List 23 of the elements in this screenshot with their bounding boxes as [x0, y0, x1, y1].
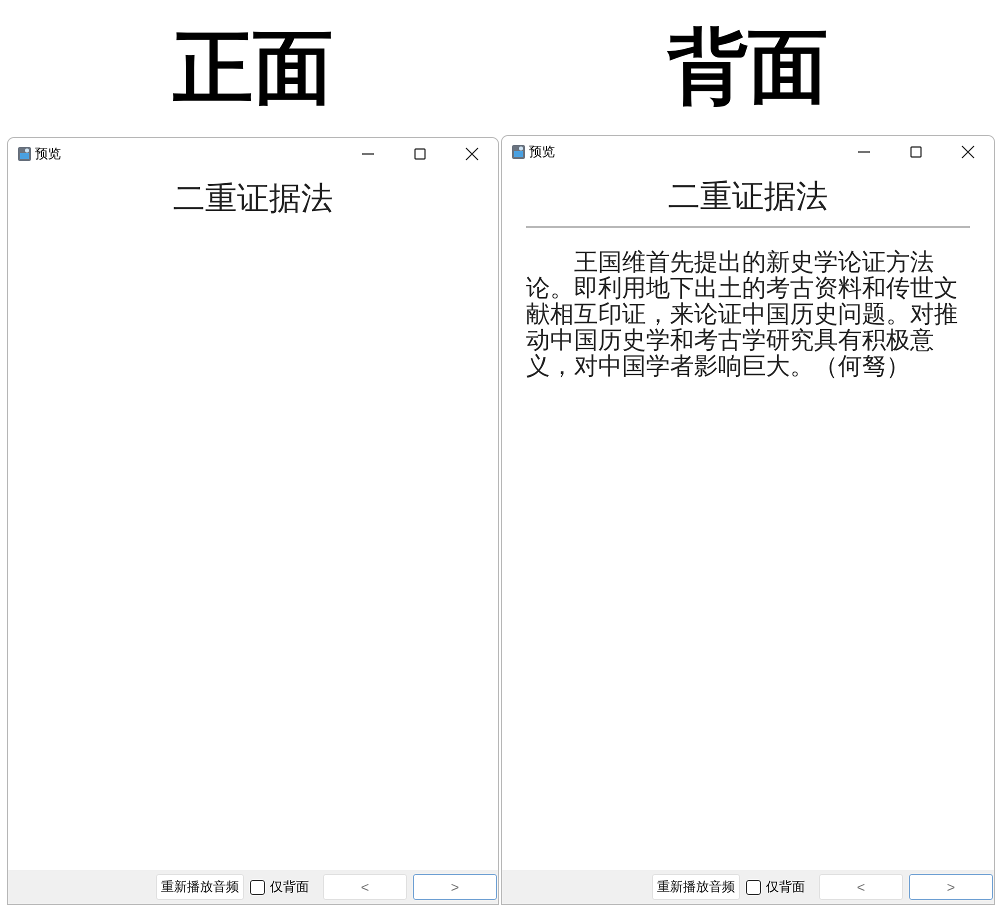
maximize-icon[interactable] — [908, 144, 924, 160]
previous-button[interactable]: < — [323, 874, 407, 900]
card-title: 二重证据法 — [173, 179, 333, 218]
checkbox-label: 仅背面 — [766, 878, 805, 896]
card-title: 二重证据法 — [668, 177, 828, 216]
side-heading: 背面 — [668, 28, 828, 108]
previous-button[interactable]: < — [819, 874, 903, 900]
window-title: 预览 — [529, 143, 556, 161]
replay-audio-button[interactable]: 重新播放音频 — [156, 874, 244, 900]
next-button[interactable]: > — [909, 874, 993, 900]
answer-text: 王国维首先提出的新史学论证方法论。即利用地下出土的考古资料和传世文献相互印证，来论证中国历史问题。对推动中国历史学和考古学研究具有积极意义，对中国学者影响巨大。（何驽） — [526, 250, 959, 380]
app-icon — [18, 147, 31, 161]
side-heading: 正面 — [173, 28, 333, 108]
replay-audio-button[interactable]: 重新播放音频 — [652, 874, 740, 900]
next-button[interactable]: > — [413, 874, 497, 900]
close-icon[interactable] — [960, 144, 976, 160]
back-only-checkbox[interactable] — [746, 880, 761, 894]
app-icon — [512, 145, 525, 159]
maximize-icon[interactable] — [412, 146, 428, 162]
checkbox-label: 仅背面 — [270, 878, 309, 896]
window-title: 预览 — [35, 145, 62, 163]
close-icon[interactable] — [464, 146, 480, 162]
back-only-checkbox[interactable] — [250, 880, 265, 894]
